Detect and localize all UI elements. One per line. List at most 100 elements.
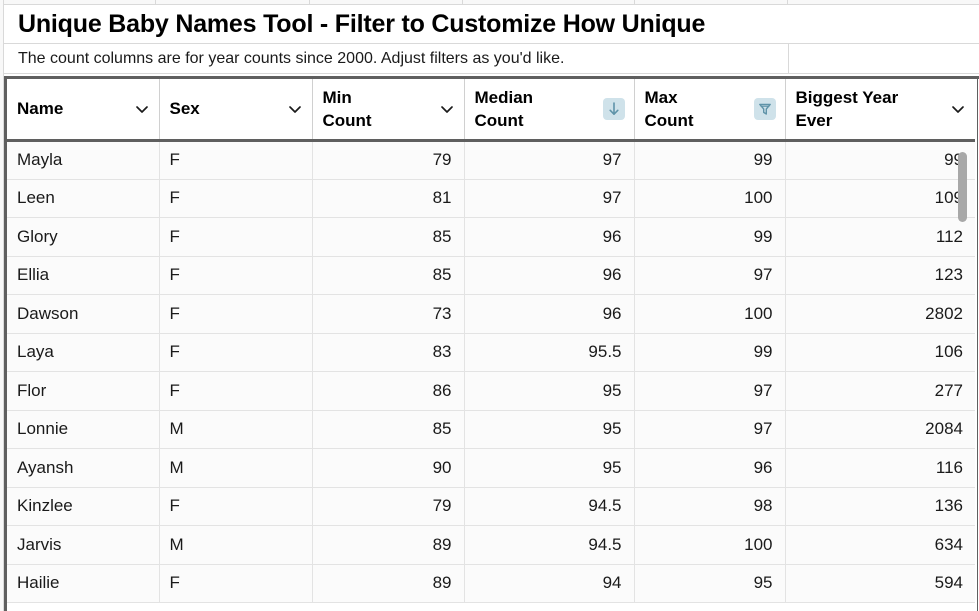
column-header-biggest-year-ever[interactable]: Biggest Year Ever	[785, 79, 975, 142]
cell-name: Kinzlee	[7, 487, 160, 526]
cell-max-count: 97	[634, 371, 786, 411]
column-header-sex[interactable]: Sex	[159, 79, 313, 142]
table-header-row: Name Sex Min Count Median Count Max Coun…	[7, 79, 975, 142]
cell-min-count: 86	[312, 371, 465, 411]
cell-max-count: 95	[634, 564, 786, 603]
cell-min-count: 79	[312, 140, 465, 180]
spreadsheet-app: Unique Baby Names Tool - Filter to Custo…	[0, 0, 979, 611]
cell-median-count: 94	[464, 564, 635, 603]
table-row[interactable]: Glory F 85 96 99 112	[7, 217, 975, 257]
cell-median-count: 97	[464, 179, 635, 218]
cell-biggest-year-ever: 634	[785, 525, 975, 565]
cell-biggest-year-ever: 2084	[785, 410, 975, 449]
cell-max-count: 98	[634, 487, 786, 526]
cell-sex: F	[159, 487, 313, 526]
cell-max-count: 99	[634, 140, 786, 180]
table-row[interactable]: Mayla F 79 97 99 99	[7, 140, 975, 180]
cell-median-count: 96	[464, 256, 635, 295]
cell-name: Dawson	[7, 294, 160, 334]
cell-sex: F	[159, 140, 313, 180]
table-row[interactable]: Hailie F 89 94 95 594	[7, 564, 975, 603]
cell-min-count: 83	[312, 333, 465, 372]
cell-max-count: 100	[634, 294, 786, 334]
cell-sex: F	[159, 564, 313, 603]
table-row[interactable]: Kinzlee F 79 94.5 98 136	[7, 487, 975, 526]
column-header-median-count-label: Median	[474, 87, 534, 107]
cell-name: Lonnie	[7, 410, 160, 449]
cell-median-count: 96	[464, 294, 635, 334]
data-table: Name Sex Min Count Median Count Max Coun…	[7, 79, 975, 603]
cell-max-count: 100	[634, 525, 786, 565]
cell-sex: F	[159, 256, 313, 295]
column-header-min-count[interactable]: Min Count	[312, 79, 465, 142]
page-subtitle: The count columns are for year counts si…	[18, 49, 565, 67]
column-header-max-count-label: Max	[644, 87, 678, 107]
cell-biggest-year-ever: 112	[785, 217, 975, 257]
cell-min-count: 81	[312, 179, 465, 218]
cell-biggest-year-ever: 123	[785, 256, 975, 295]
cell-median-count: 94.5	[464, 525, 635, 565]
cell-biggest-year-ever: 109	[785, 179, 975, 218]
table-row[interactable]: Ayansh M 90 95 96 116	[7, 448, 975, 488]
cell-name: Jarvis	[7, 525, 160, 565]
column-header-biggest-year-ever-label-2: Ever	[795, 111, 833, 130]
cell-name: Ayansh	[7, 448, 160, 488]
cell-sex: M	[159, 525, 313, 565]
cell-name: Glory	[7, 217, 160, 257]
cell-biggest-year-ever: 2802	[785, 294, 975, 334]
column-header-max-count[interactable]: Max Count	[634, 79, 786, 142]
cell-median-count: 95.5	[464, 333, 635, 372]
cell-sex: F	[159, 294, 313, 334]
column-header-median-count-label-2: Count	[474, 111, 524, 130]
cell-median-count: 97	[464, 140, 635, 180]
scrollbar-thumb[interactable]	[958, 152, 967, 222]
column-header-name-label: Name	[17, 99, 64, 119]
cell-sex: F	[159, 217, 313, 257]
table-row[interactable]: Dawson F 73 96 100 2802	[7, 294, 975, 334]
cell-biggest-year-ever: 106	[785, 333, 975, 372]
cell-name: Laya	[7, 333, 160, 372]
subtitle-row: The count columns are for year counts si…	[4, 44, 979, 74]
cell-max-count: 97	[634, 256, 786, 295]
table-row[interactable]: Laya F 83 95.5 99 106	[7, 333, 975, 372]
cell-max-count: 96	[634, 448, 786, 488]
column-header-median-count[interactable]: Median Count	[464, 79, 635, 142]
chevron-down-icon[interactable]	[134, 101, 150, 117]
column-header-biggest-year-ever-label: Biggest Year	[795, 87, 899, 107]
cell-min-count: 85	[312, 217, 465, 257]
cell-sex: M	[159, 410, 313, 449]
cell-max-count: 99	[634, 333, 786, 372]
cell-sex: M	[159, 448, 313, 488]
filter-funnel-icon[interactable]	[753, 98, 776, 120]
cell-sex: F	[159, 333, 313, 372]
cell-min-count: 85	[312, 256, 465, 295]
cell-sex: F	[159, 371, 313, 411]
chevron-down-icon[interactable]	[439, 101, 455, 117]
subtitle-cell-divider	[788, 44, 789, 74]
sort-descending-icon[interactable]	[602, 98, 625, 120]
table-row[interactable]: Flor F 86 95 97 277	[7, 371, 975, 411]
table-row[interactable]: Ellia F 85 96 97 123	[7, 256, 975, 295]
cell-median-count: 95	[464, 448, 635, 488]
cell-min-count: 90	[312, 448, 465, 488]
cell-min-count: 73	[312, 294, 465, 334]
cell-name: Hailie	[7, 564, 160, 603]
cell-biggest-year-ever: 116	[785, 448, 975, 488]
chevron-down-icon[interactable]	[287, 101, 303, 117]
scrollbar-track	[977, 76, 978, 611]
cell-name: Ellia	[7, 256, 160, 295]
cell-median-count: 94.5	[464, 487, 635, 526]
cell-sex: F	[159, 179, 313, 218]
table-row[interactable]: Jarvis M 89 94.5 100 634	[7, 525, 975, 565]
cell-name: Mayla	[7, 140, 160, 180]
table-row[interactable]: Leen F 81 97 100 109	[7, 179, 975, 218]
cell-max-count: 99	[634, 217, 786, 257]
cell-biggest-year-ever: 277	[785, 371, 975, 411]
page-title: Unique Baby Names Tool - Filter to Custo…	[18, 9, 706, 38]
cell-median-count: 96	[464, 217, 635, 257]
cell-max-count: 100	[634, 179, 786, 218]
column-header-max-count-label-2: Count	[644, 111, 694, 130]
table-row[interactable]: Lonnie M 85 95 97 2084	[7, 410, 975, 449]
column-header-name[interactable]: Name	[7, 79, 160, 142]
data-table-container: Name Sex Min Count Median Count Max Coun…	[4, 76, 979, 611]
